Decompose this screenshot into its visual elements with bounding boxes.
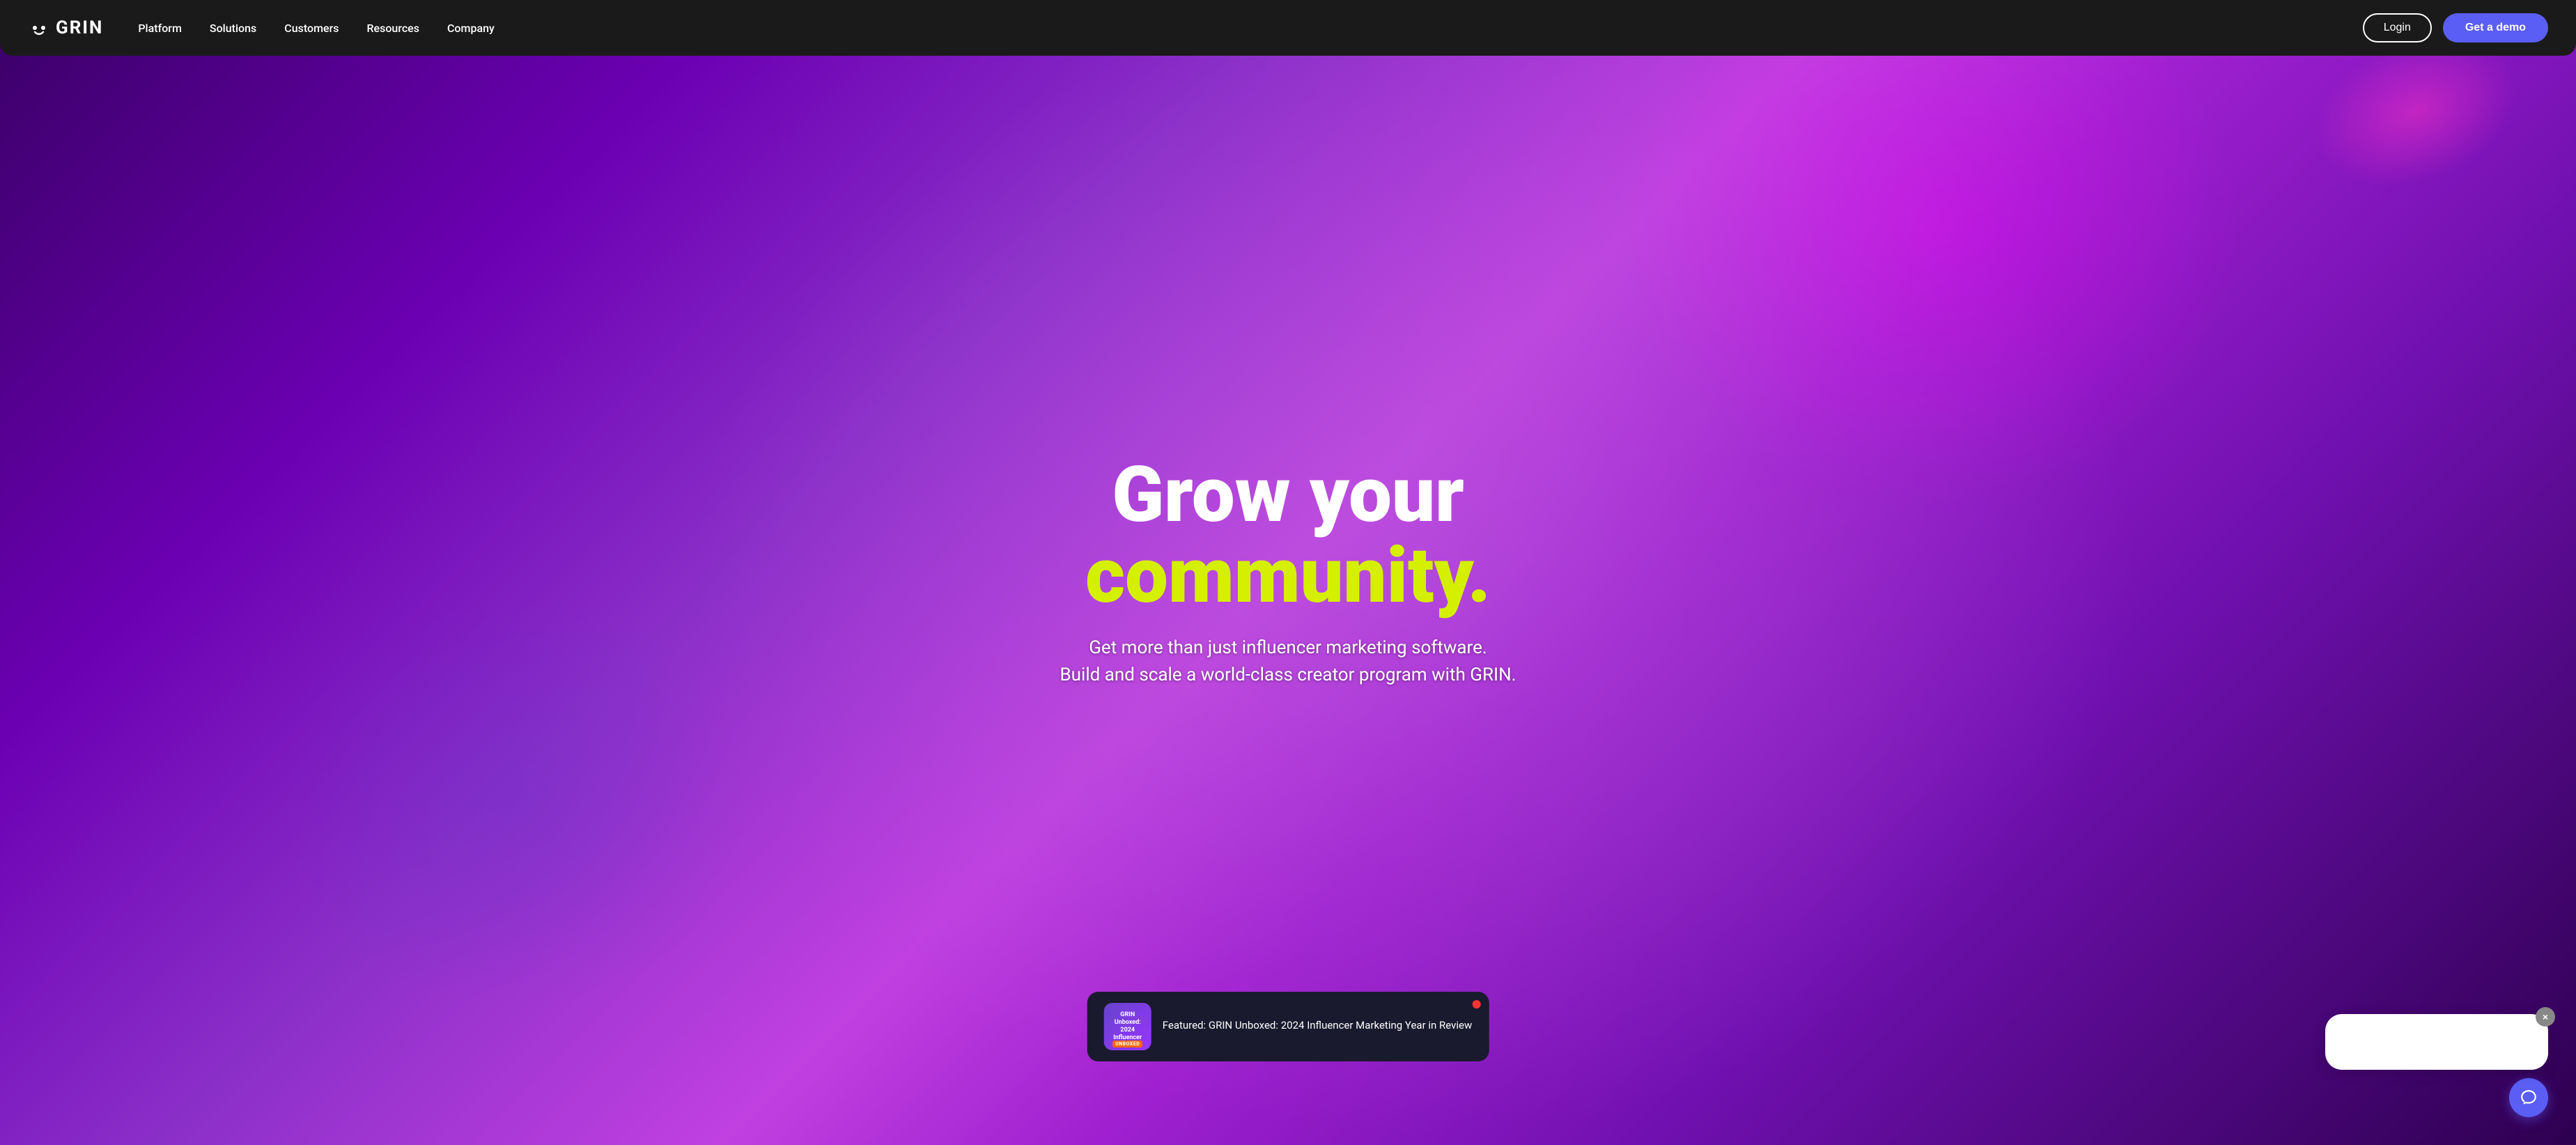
nav-customers[interactable]: Customers [284, 22, 339, 35]
featured-badge[interactable]: GRIN Unboxed: 2024 Influencer UNBOXED Fe… [1087, 992, 1489, 1061]
logo[interactable]: GRIN [28, 17, 103, 39]
navbar-right: Login Get a demo [2363, 13, 2548, 42]
chat-close-button[interactable]: × [2536, 1007, 2555, 1027]
chat-bubble: × [2325, 1014, 2548, 1070]
chat-bubble-icon [2520, 1089, 2538, 1107]
grin-logo-icon [28, 17, 50, 39]
nav-solutions[interactable]: Solutions [210, 22, 256, 35]
unboxed-tag-label: UNBOXED [1112, 1041, 1142, 1047]
featured-thumb-text: GRIN Unboxed: 2024 Influencer [1104, 1008, 1151, 1044]
logo-text: GRIN [56, 17, 103, 38]
nav-platform[interactable]: Platform [138, 22, 182, 35]
nav-links: Platform Solutions Customers Resources C… [138, 22, 494, 35]
hero-section: Grow your community. Get more than just … [0, 0, 2576, 1145]
featured-live-dot [1472, 1000, 1480, 1008]
get-demo-button[interactable]: Get a demo [2443, 13, 2548, 42]
login-button[interactable]: Login [2363, 13, 2432, 42]
featured-text-content: Featured: GRIN Unboxed: 2024 Influencer … [1163, 1019, 1473, 1034]
hero-content: Grow your community. Get more than just … [1046, 457, 1530, 689]
chat-open-button[interactable] [2509, 1078, 2548, 1117]
hero-subtitle: Get more than just influencer marketing … [1060, 634, 1516, 689]
featured-thumbnail: GRIN Unboxed: 2024 Influencer UNBOXED [1104, 1003, 1151, 1050]
nav-resources[interactable]: Resources [366, 22, 419, 35]
hero-title-line1: Grow your community. [1060, 457, 1516, 618]
navbar: GRIN Platform Solutions Customers Resour… [0, 0, 2576, 56]
navbar-left: GRIN Platform Solutions Customers Resour… [28, 17, 495, 39]
nav-company[interactable]: Company [447, 22, 495, 35]
chat-widget: × [2325, 1014, 2548, 1117]
featured-heading: Featured: GRIN Unboxed: 2024 Influencer … [1163, 1019, 1473, 1031]
